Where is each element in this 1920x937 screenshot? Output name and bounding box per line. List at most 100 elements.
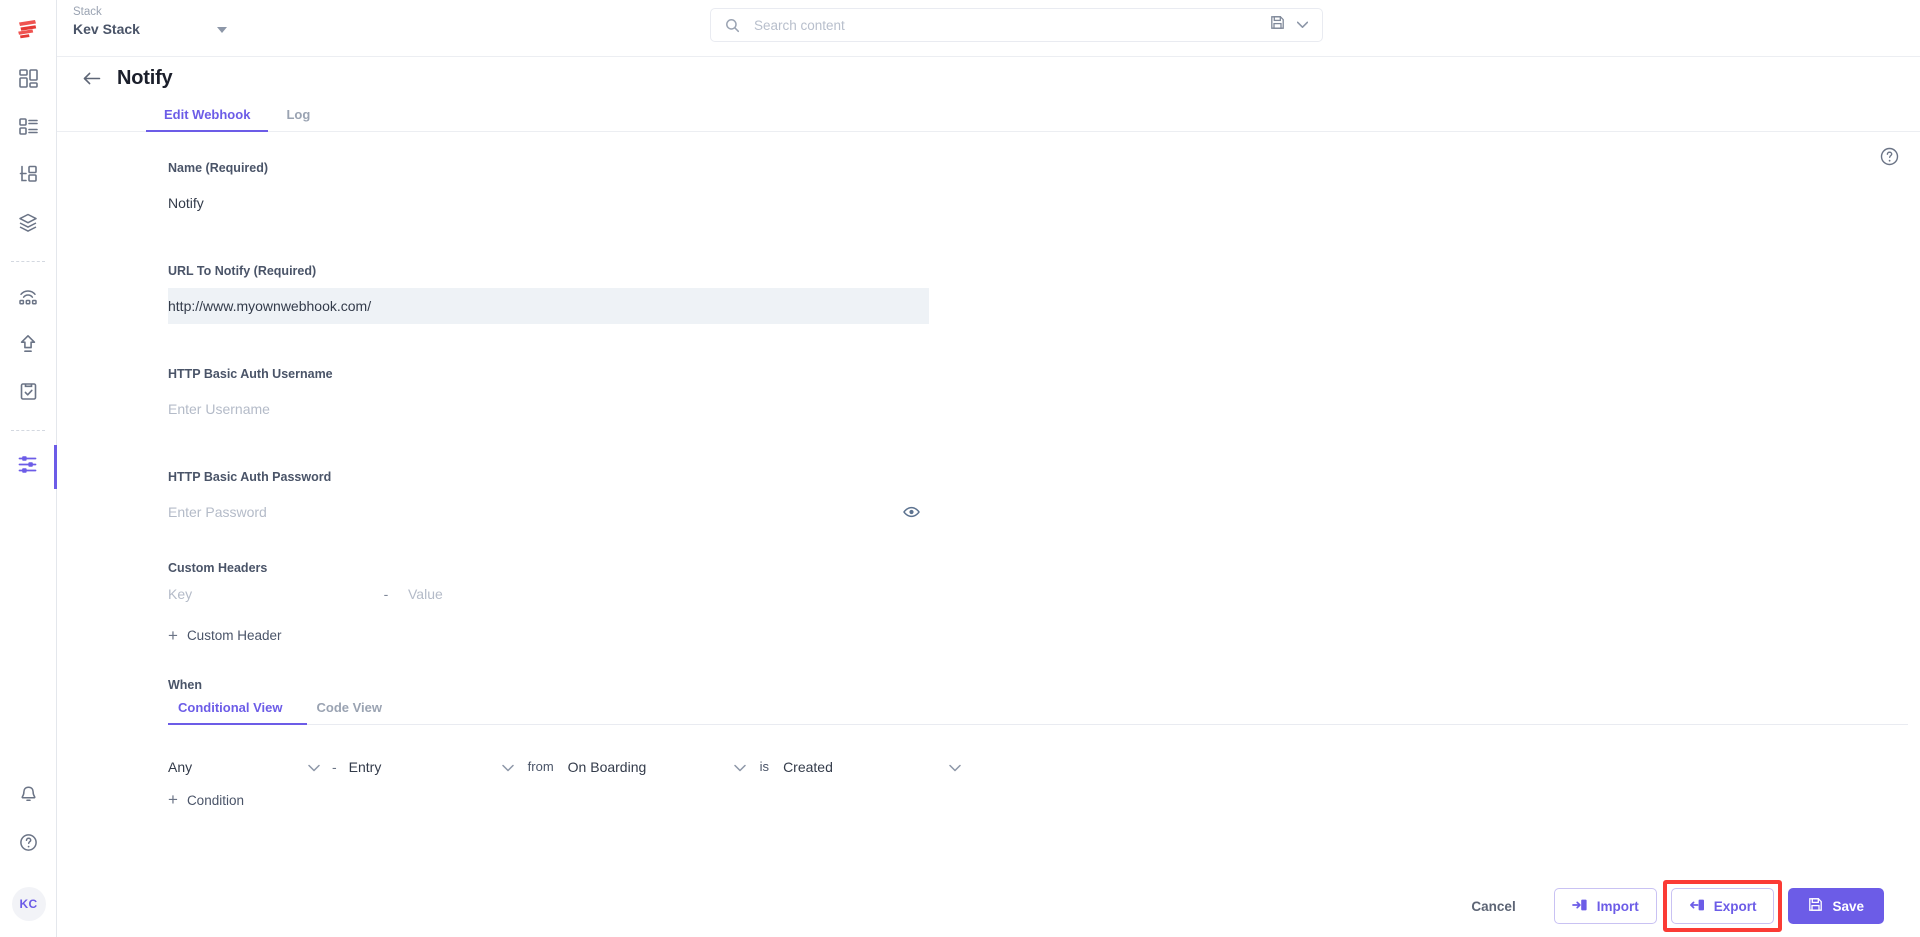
list-entries-icon: [18, 116, 39, 142]
sidebar-item-settings[interactable]: [0, 443, 57, 491]
sidebar-item-assets[interactable]: [0, 201, 57, 249]
sidebar-item-dashboard[interactable]: [0, 57, 57, 105]
username-input-placeholder: Enter Username: [168, 401, 270, 417]
condition-dash: -: [332, 758, 337, 775]
condition-event-value: Created: [783, 758, 833, 775]
tab-conditional-view[interactable]: Conditional View: [168, 700, 307, 725]
main-column: Stack Kev Stack Search content Notify Ed…: [57, 0, 1920, 937]
chevron-down-icon: [949, 759, 961, 775]
save-button[interactable]: Save: [1788, 888, 1884, 924]
url-input[interactable]: http://www.myownwebhook.com/: [168, 288, 929, 324]
rail-primary-items: [0, 57, 57, 491]
field-username-label: HTTP Basic Auth Username: [168, 367, 333, 381]
url-input-value: http://www.myownwebhook.com/: [168, 298, 372, 314]
floppy-disk-icon[interactable]: [1270, 15, 1285, 35]
field-custom-headers: Custom Headers Key - Value + Custom Head…: [168, 560, 1920, 646]
broadcast-icon: [17, 285, 39, 312]
stack-selector[interactable]: Stack Kev Stack: [73, 5, 233, 39]
tab-edit-webhook[interactable]: Edit Webhook: [146, 107, 269, 132]
condition-object-value: Entry: [348, 758, 382, 775]
search-icon: [725, 18, 740, 33]
password-row: Enter Password: [168, 494, 929, 530]
contentstack-logo-icon[interactable]: [0, 0, 57, 57]
condition-scope-value: Any: [168, 758, 193, 775]
custom-header-value-input[interactable]: Value: [408, 586, 648, 602]
stack-selector-label: Stack: [73, 6, 102, 18]
field-name: Name (Required) Notify: [168, 160, 1920, 221]
content-type-icon: [18, 164, 39, 190]
tab-log[interactable]: Log: [268, 107, 328, 131]
condition-source-select[interactable]: On Boarding: [568, 759, 746, 775]
field-url-label-text: URL To Notify: [168, 264, 251, 278]
sidebar-item-content-models[interactable]: [0, 153, 57, 201]
condition-object-select[interactable]: Entry: [349, 759, 514, 775]
add-condition-button[interactable]: + Condition: [168, 790, 244, 809]
arrow-left-icon[interactable]: [83, 71, 101, 86]
import-button[interactable]: Import: [1553, 888, 1657, 924]
top-bar: Stack Kev Stack: [57, 0, 1920, 57]
sliders-settings-icon: [17, 453, 40, 481]
password-input-placeholder: Enter Password: [168, 504, 267, 520]
field-name-required: (Required): [205, 161, 269, 175]
webhook-form: Name (Required) Notify URL To Notify (Re…: [57, 132, 1920, 810]
search-actions: [1270, 15, 1322, 35]
export-button[interactable]: Export: [1670, 888, 1775, 924]
global-search[interactable]: [710, 8, 1323, 42]
condition-event-select[interactable]: Created: [783, 759, 961, 775]
avatar[interactable]: KC: [11, 887, 46, 921]
help-button[interactable]: [0, 821, 57, 869]
custom-header-separator: -: [383, 586, 389, 602]
layers-stack-icon: [17, 212, 39, 239]
add-custom-header-button[interactable]: + Custom Header: [168, 627, 282, 644]
tab-code-view[interactable]: Code View: [307, 700, 407, 724]
page-title: Notify: [117, 66, 173, 89]
search-input[interactable]: [748, 17, 1270, 33]
field-url-label: URL To Notify (Required): [168, 263, 1920, 280]
field-name-label-text: Name: [168, 161, 203, 175]
name-input[interactable]: Notify: [168, 185, 929, 221]
sidebar-item-releases[interactable]: [0, 322, 57, 370]
export-button-label: Export: [1713, 898, 1757, 914]
sidebar-item-entries[interactable]: [0, 105, 57, 153]
condition-row: Any - Entry from On Boarding is Created: [168, 759, 1920, 775]
username-input[interactable]: Enter Username: [168, 391, 929, 427]
save-button-label: Save: [1832, 898, 1864, 914]
sidebar-item-publish-queue[interactable]: [0, 274, 57, 322]
page-content: Name (Required) Notify URL To Notify (Re…: [57, 132, 1920, 937]
password-input[interactable]: Enter Password: [168, 494, 929, 530]
cancel-button[interactable]: Cancel: [1455, 888, 1531, 924]
when-section-label: When: [168, 677, 203, 692]
eye-icon[interactable]: [903, 506, 920, 518]
stack-selector-value-row: Kev Stack: [73, 20, 233, 39]
add-custom-header-label: Custom Header: [186, 628, 282, 643]
chevron-down-icon: [308, 759, 320, 775]
help-circle-icon[interactable]: [1879, 146, 1900, 167]
sidebar-item-workflow[interactable]: [0, 370, 57, 418]
floppy-disk-icon: [1808, 897, 1823, 915]
field-name-label: Name (Required): [168, 160, 1920, 177]
field-basic-auth-password: HTTP Basic Auth Password Enter Password: [168, 469, 1920, 530]
condition-scope-select[interactable]: Any: [168, 759, 320, 775]
bell-icon: [18, 784, 39, 810]
rail-bottom-items: KC: [0, 773, 57, 937]
notifications-button[interactable]: [0, 773, 57, 821]
question-circle-icon: [18, 832, 39, 858]
stack-selector-value: Kev Stack: [73, 21, 140, 37]
custom-header-key-input[interactable]: Key: [168, 586, 364, 602]
import-button-label: Import: [1596, 898, 1639, 914]
export-arrow-icon: [1689, 898, 1705, 915]
rail-divider-1: [11, 261, 45, 262]
plus-icon: +: [168, 790, 178, 809]
page-tabs: Edit Webhook Log: [57, 99, 1920, 132]
condition-is-word: is: [759, 759, 770, 774]
name-input-value: Notify: [168, 195, 204, 211]
field-url-required: (Required): [253, 264, 317, 278]
export-button-highlight: Export: [1662, 880, 1783, 932]
chevron-down-icon: [217, 26, 227, 33]
clipboard-check-icon: [18, 381, 39, 407]
chevron-down-icon[interactable]: [1296, 16, 1309, 34]
